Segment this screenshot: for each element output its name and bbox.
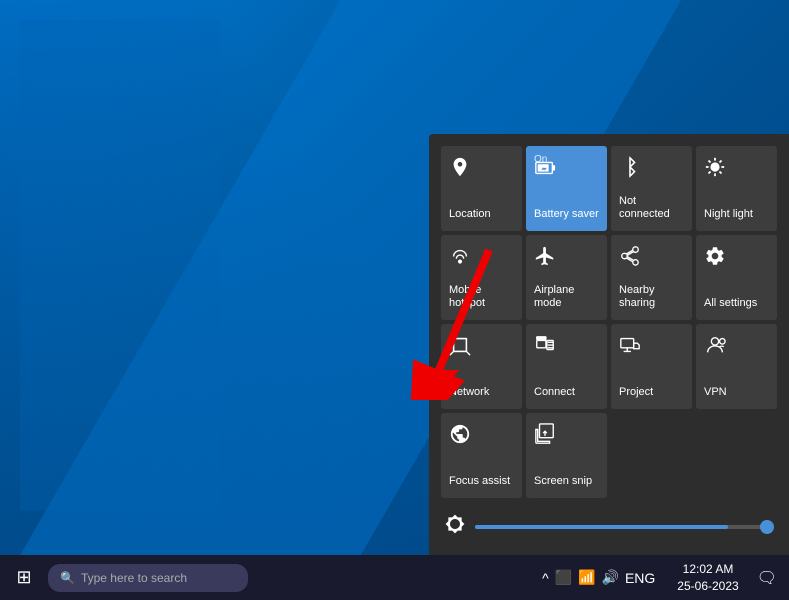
taskbar-system-icons: ^ ⬛ 📶 🔊 ENG — [534, 569, 663, 586]
screen-snip-icon — [534, 423, 556, 449]
brightness-slider[interactable] — [475, 525, 773, 529]
location-label: Location — [449, 208, 514, 221]
vpn-icon — [704, 334, 726, 360]
clock-time: 12:02 AM — [683, 561, 734, 578]
focus-assist-icon — [449, 423, 471, 449]
battery-saver-status: On — [534, 154, 547, 165]
tile-location[interactable]: Location — [441, 146, 522, 231]
mobile-hotspot-icon — [449, 245, 471, 271]
network-icon — [449, 334, 471, 360]
taskbar-right: ^ ⬛ 📶 🔊 ENG 12:02 AM 25-06-2023 🗨 — [534, 555, 789, 600]
battery-saver-label: Battery saver — [534, 208, 599, 221]
project-icon — [619, 334, 641, 360]
connect-icon — [534, 334, 556, 360]
all-settings-icon — [704, 245, 726, 271]
airplane-mode-label: Airplane mode — [534, 284, 599, 310]
wifi-taskbar-icon[interactable]: 📶 — [578, 569, 595, 586]
quick-action-tiles: Location On Battery saver — [441, 146, 777, 498]
tile-focus-assist[interactable]: Focus assist — [441, 413, 522, 498]
tile-airplane-mode[interactable]: Airplane mode — [526, 235, 607, 320]
tile-battery-saver[interactable]: On Battery saver — [526, 146, 607, 231]
night-light-icon — [704, 156, 726, 182]
desktop-window — [20, 20, 220, 510]
brightness-control — [441, 510, 777, 543]
tile-network[interactable]: Network — [441, 324, 522, 409]
battery-taskbar-icon[interactable]: ⬛ — [555, 569, 572, 586]
bluetooth-icon — [619, 156, 641, 182]
mobile-hotspot-label: Mobile hotspot — [449, 284, 514, 310]
notification-icon: 🗨 — [757, 570, 777, 587]
network-label: Network — [449, 386, 514, 399]
tile-mobile-hotspot[interactable]: Mobile hotspot — [441, 235, 522, 320]
tile-nearby-sharing[interactable]: Nearby sharing — [611, 235, 692, 320]
brightness-icon — [445, 514, 465, 539]
location-icon — [449, 156, 471, 182]
nearby-sharing-label: Nearby sharing — [619, 284, 684, 310]
all-settings-label: All settings — [704, 297, 769, 310]
search-icon: 🔍 — [60, 571, 75, 585]
tile-connect[interactable]: Connect — [526, 324, 607, 409]
volume-taskbar-icon[interactable]: 🔊 — [602, 569, 619, 586]
tile-vpn[interactable]: VPN — [696, 324, 777, 409]
taskbar: ⊞ 🔍 Type here to search ^ ⬛ 📶 🔊 ENG 12:0… — [0, 555, 789, 600]
night-light-label: Night light — [704, 208, 769, 221]
search-placeholder: Type here to search — [81, 571, 187, 585]
language-indicator[interactable]: ENG — [625, 570, 655, 586]
clock-date: 25-06-2023 — [677, 578, 738, 595]
notification-center-button[interactable]: 🗨 — [753, 568, 781, 588]
project-label: Project — [619, 386, 684, 399]
screen-snip-label: Screen snip — [534, 475, 599, 488]
tile-night-light[interactable]: Night light — [696, 146, 777, 231]
vpn-label: VPN — [704, 386, 769, 399]
brightness-thumb — [760, 520, 774, 534]
taskbar-left: ⊞ 🔍 Type here to search — [0, 555, 534, 600]
tile-project[interactable]: Project — [611, 324, 692, 409]
taskbar-clock[interactable]: 12:02 AM 25-06-2023 — [671, 561, 744, 595]
focus-assist-label: Focus assist — [449, 475, 514, 488]
airplane-mode-icon — [534, 245, 556, 271]
tile-all-settings[interactable]: All settings — [696, 235, 777, 320]
taskbar-search[interactable]: 🔍 Type here to search — [48, 564, 248, 592]
connect-label: Connect — [534, 386, 599, 399]
bluetooth-label: Not connected — [619, 195, 684, 221]
chevron-icon[interactable]: ^ — [542, 570, 549, 586]
start-button[interactable]: ⊞ — [0, 555, 48, 600]
tile-bluetooth[interactable]: Not connected — [611, 146, 692, 231]
brightness-fill — [475, 525, 728, 529]
action-center-panel: Location On Battery saver — [429, 134, 789, 555]
tile-screen-snip[interactable]: Screen snip — [526, 413, 607, 498]
nearby-sharing-icon — [619, 245, 641, 271]
